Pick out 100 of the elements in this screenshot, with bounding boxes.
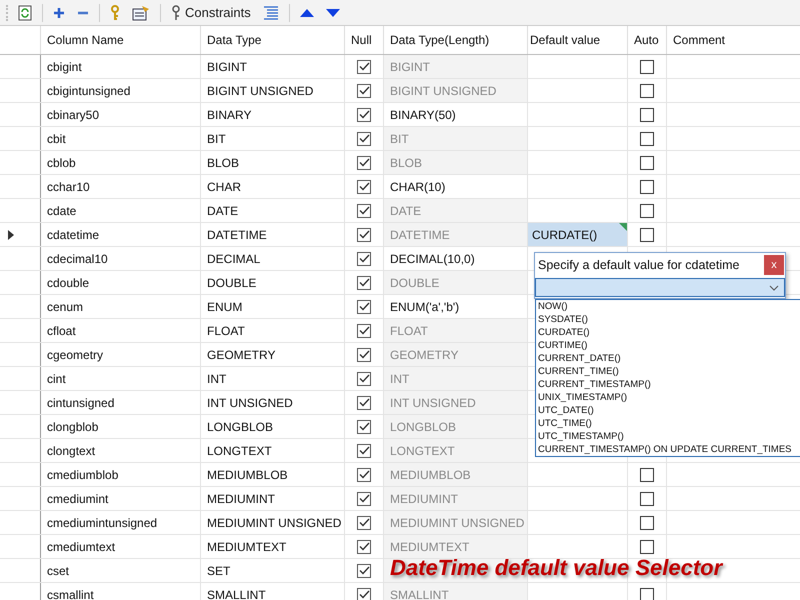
table-cell: cdatetime (41, 223, 201, 246)
auto-checkbox[interactable] (640, 132, 654, 146)
null-checkbox[interactable] (357, 60, 371, 74)
table-cell: cdecimal10 (41, 247, 201, 270)
null-checkbox[interactable] (357, 540, 371, 554)
constraints-button[interactable]: Constraints (167, 2, 255, 22)
table-cell: LONGTEXT (201, 439, 345, 462)
table-cell: cchar10 (41, 175, 201, 198)
auto-checkbox[interactable] (640, 156, 654, 170)
null-checkbox[interactable] (357, 420, 371, 434)
table-cell: BIT (201, 127, 345, 150)
auto-checkbox[interactable] (640, 492, 654, 506)
table-cell: CHAR (201, 175, 345, 198)
auto-checkbox[interactable] (640, 468, 654, 482)
table-cell: ENUM (201, 295, 345, 318)
option-item[interactable]: SYSDATE() (538, 313, 800, 326)
table-cell: FLOAT (384, 319, 528, 342)
table-cell: INT UNSIGNED (384, 391, 528, 414)
auto-checkbox[interactable] (640, 228, 654, 242)
table-cell: cdate (41, 199, 201, 222)
null-checkbox[interactable] (357, 564, 371, 578)
table-cell: cmediumint (41, 487, 201, 510)
close-button[interactable]: x (764, 255, 784, 275)
option-item[interactable]: CURDATE() (538, 326, 800, 339)
null-checkbox[interactable] (357, 180, 371, 194)
table-cell: cset (41, 559, 201, 582)
table-cell: cfloat (41, 319, 201, 342)
table-cell: SMALLINT (201, 583, 345, 600)
null-checkbox[interactable] (357, 444, 371, 458)
column-header[interactable]: Auto (628, 26, 667, 54)
table-cell: BINARY (201, 103, 345, 126)
popup-title: Specify a default value for cdatetime (538, 258, 740, 272)
column-header[interactable]: Comment (667, 26, 800, 54)
table-cell: BLOB (201, 151, 345, 174)
null-checkbox[interactable] (357, 132, 371, 146)
null-checkbox[interactable] (357, 588, 371, 600)
column-header[interactable]: Data Type (201, 26, 345, 54)
auto-checkbox[interactable] (640, 60, 654, 74)
null-checkbox[interactable] (357, 324, 371, 338)
null-checkbox[interactable] (357, 468, 371, 482)
null-checkbox[interactable] (357, 252, 371, 266)
table-cell: DATETIME (384, 223, 528, 246)
null-checkbox[interactable] (357, 204, 371, 218)
table-cell: GEOMETRY (201, 343, 345, 366)
auto-checkbox[interactable] (640, 108, 654, 122)
table-cell: csmallint (41, 583, 201, 600)
table-cell: MEDIUMINT (201, 487, 345, 510)
table-cell: SMALLINT (384, 583, 528, 600)
auto-checkbox[interactable] (640, 84, 654, 98)
null-checkbox[interactable] (357, 228, 371, 242)
null-checkbox[interactable] (357, 84, 371, 98)
option-item[interactable]: CURRENT_DATE() (538, 352, 800, 365)
option-item[interactable]: CURRENT_TIMESTAMP() (538, 378, 800, 391)
table-cell: cbit (41, 127, 201, 150)
table-cell: clongblob (41, 415, 201, 438)
column-header[interactable]: Column Name (41, 26, 201, 54)
table-cell: BIGINT UNSIGNED (384, 79, 528, 102)
auto-checkbox[interactable] (640, 204, 654, 218)
option-item[interactable]: UTC_TIMESTAMP() (538, 430, 800, 443)
option-item[interactable]: UTC_DATE() (538, 404, 800, 417)
table-cell: MEDIUMBLOB (201, 463, 345, 486)
auto-checkbox[interactable] (640, 516, 654, 530)
table-cell: cmediumtext (41, 535, 201, 558)
table-cell: DATETIME (201, 223, 345, 246)
table-cell: BIGINT UNSIGNED (201, 79, 345, 102)
null-checkbox[interactable] (357, 300, 371, 314)
table-cell: DECIMAL (201, 247, 345, 270)
null-checkbox[interactable] (357, 396, 371, 410)
modified-corner-icon (619, 223, 627, 231)
option-item[interactable]: CURRENT_TIMESTAMP() ON UPDATE CURRENT_TIMES (538, 443, 800, 456)
table-cell: LONGBLOB (384, 415, 528, 438)
null-checkbox[interactable] (357, 516, 371, 530)
table-cell: BIGINT (384, 55, 528, 78)
auto-checkbox[interactable] (640, 588, 654, 600)
option-item[interactable]: UNIX_TIMESTAMP() (538, 391, 800, 404)
option-item[interactable]: UTC_TIME() (538, 417, 800, 430)
null-checkbox[interactable] (357, 108, 371, 122)
table-cell: BLOB (384, 151, 528, 174)
option-item[interactable]: NOW() (538, 300, 800, 313)
table-cell: INT (384, 367, 528, 390)
auto-checkbox[interactable] (640, 180, 654, 194)
null-checkbox[interactable] (357, 156, 371, 170)
default-value-combo[interactable] (535, 278, 785, 297)
null-checkbox[interactable] (357, 372, 371, 386)
null-checkbox[interactable] (357, 492, 371, 506)
column-header[interactable]: Data Type(Length) (384, 26, 528, 54)
table-cell: cintunsigned (41, 391, 201, 414)
column-header[interactable]: Null (345, 26, 384, 54)
column-header[interactable]: Default value (528, 26, 628, 54)
table-cell: cbinary50 (41, 103, 201, 126)
option-item[interactable]: CURTIME() (538, 339, 800, 352)
auto-checkbox[interactable] (640, 540, 654, 554)
option-item[interactable]: CURRENT_TIME() (538, 365, 800, 378)
table-cell: cint (41, 367, 201, 390)
table-cell: FLOAT (201, 319, 345, 342)
table-cell: BIT (384, 127, 528, 150)
null-checkbox[interactable] (357, 348, 371, 362)
table-cell: clongtext (41, 439, 201, 462)
null-checkbox[interactable] (357, 276, 371, 290)
table-cell: LONGTEXT (384, 439, 528, 462)
